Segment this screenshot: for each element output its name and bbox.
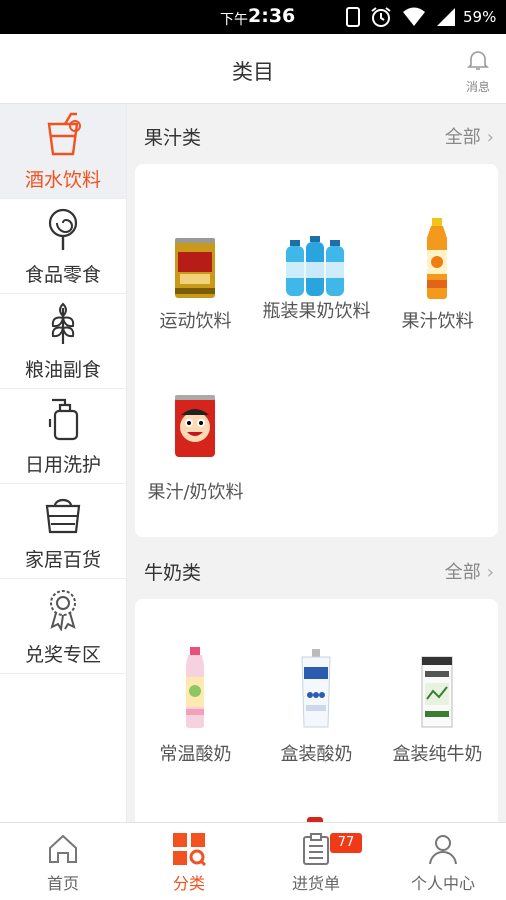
nav-label: 个人中心 bbox=[410, 874, 475, 893]
view-all-label: 全部 bbox=[444, 562, 481, 583]
sidebar-item-toiletries[interactable]: 日用洗护 bbox=[0, 389, 126, 484]
sidebar-item-household[interactable]: 家居百货 bbox=[0, 484, 126, 579]
product-image bbox=[155, 389, 235, 459]
sidebar-item-drinks[interactable]: 酒水饮料 bbox=[0, 104, 126, 199]
product-name: 果汁/奶饮料 bbox=[147, 482, 244, 503]
sidebar-item-label: 日用洗护 bbox=[24, 454, 101, 476]
messages-button[interactable]: 消息 bbox=[462, 48, 494, 94]
sidebar-item-label: 食品零食 bbox=[24, 264, 101, 286]
view-all-link[interactable]: 全部 › bbox=[445, 558, 494, 584]
order-list-icon bbox=[303, 833, 329, 865]
sidebar-item-label: 家居百货 bbox=[24, 549, 101, 571]
status-bar: 下午 2:36 59% bbox=[0, 0, 506, 34]
status-time: 2:36 bbox=[248, 5, 296, 27]
product-image bbox=[276, 633, 356, 729]
chevron-right-icon: › bbox=[486, 562, 494, 583]
sidebar-item-rewards[interactable]: 兑奖专区 bbox=[0, 579, 126, 674]
product-image bbox=[276, 204, 356, 300]
bottom-navigation: 首页 分类 进货单 77 个人中心 bbox=[0, 822, 506, 900]
view-all-label: 全部 bbox=[444, 127, 481, 148]
product-item[interactable]: 果汁饮料 bbox=[377, 204, 498, 354]
product-name: 盒装酸奶 bbox=[280, 744, 353, 765]
product-item[interactable]: 盒装纯牛奶 bbox=[377, 633, 498, 783]
lollipop-icon bbox=[48, 208, 78, 250]
home-icon bbox=[49, 834, 77, 863]
product-item[interactable]: 盒装酸奶 bbox=[256, 633, 377, 783]
user-icon bbox=[429, 835, 457, 865]
product-image bbox=[155, 204, 235, 300]
product-card-panel: 运动饮料 瓶装果奶饮料 果汁饮料 果汁/奶饮料 bbox=[135, 164, 498, 537]
section-title: 果汁类 bbox=[144, 127, 202, 149]
product-name: 盒装纯牛奶 bbox=[392, 744, 483, 765]
award-icon bbox=[50, 590, 76, 631]
section-header: 牛奶类 全部 › bbox=[127, 539, 506, 599]
product-image bbox=[397, 204, 477, 300]
sidebar-item-label: 粮油副食 bbox=[24, 359, 101, 381]
sidebar-item-label: 兑奖专区 bbox=[24, 644, 101, 666]
product-item[interactable]: 运动饮料 bbox=[135, 204, 256, 354]
product-name: 常温酸奶 bbox=[159, 744, 232, 765]
bottle-icon bbox=[48, 398, 79, 441]
product-image bbox=[397, 633, 477, 729]
sidebar-item-label: 酒水饮料 bbox=[24, 169, 101, 191]
top-header: 类目 消息 bbox=[0, 34, 506, 104]
product-image bbox=[155, 633, 235, 729]
signal-icon bbox=[437, 8, 455, 26]
messages-label: 消息 bbox=[465, 80, 490, 94]
page-title: 类目 bbox=[232, 60, 274, 84]
product-name: 果汁饮料 bbox=[401, 311, 474, 332]
battery-percent: 59% bbox=[463, 8, 497, 26]
category-content: 果汁类 全部 › 运动饮料 瓶装果奶饮料 果汁饮料 果汁/奶饮料 牛奶类 全部 … bbox=[127, 104, 506, 822]
view-all-link[interactable]: 全部 › bbox=[445, 123, 494, 149]
product-name: 瓶装果奶饮料 bbox=[262, 301, 371, 322]
alarm-icon bbox=[371, 7, 391, 27]
product-card-panel: 常温酸奶 盒装酸奶 盒装纯牛奶 bbox=[135, 599, 498, 822]
nav-home[interactable]: 首页 bbox=[0, 823, 126, 900]
sidebar-item-grain-oil[interactable]: 粮油副食 bbox=[0, 294, 126, 389]
sidebar-item-snacks[interactable]: 食品零食 bbox=[0, 199, 126, 294]
product-item[interactable]: 常温酸奶 bbox=[135, 633, 256, 783]
bell-icon bbox=[467, 51, 489, 70]
category-icon bbox=[173, 833, 206, 866]
basket-icon bbox=[45, 498, 81, 534]
wheat-icon bbox=[51, 302, 75, 344]
phone-icon bbox=[346, 7, 360, 27]
order-count-badge: 77 bbox=[330, 833, 362, 853]
nav-label: 首页 bbox=[46, 874, 79, 893]
section-title: 牛奶类 bbox=[144, 562, 202, 584]
product-item[interactable]: 果汁/奶饮料 bbox=[135, 389, 256, 529]
section-header: 果汁类 全部 › bbox=[127, 104, 506, 164]
nav-profile[interactable]: 个人中心 bbox=[380, 823, 506, 900]
category-sidebar: 酒水饮料 食品零食 粮油副食 日用洗护 家居百货 兑奖专区 bbox=[0, 104, 127, 822]
nav-label: 进货单 bbox=[291, 874, 340, 893]
nav-category[interactable]: 分类 bbox=[126, 823, 252, 900]
nav-label: 分类 bbox=[172, 874, 205, 893]
wifi-icon bbox=[403, 7, 425, 26]
product-name: 运动饮料 bbox=[159, 311, 232, 332]
cup-icon bbox=[47, 112, 81, 156]
status-time-prefix: 下午 bbox=[220, 12, 248, 28]
chevron-right-icon: › bbox=[486, 127, 494, 148]
product-item[interactable]: 瓶装果奶饮料 bbox=[256, 204, 377, 354]
